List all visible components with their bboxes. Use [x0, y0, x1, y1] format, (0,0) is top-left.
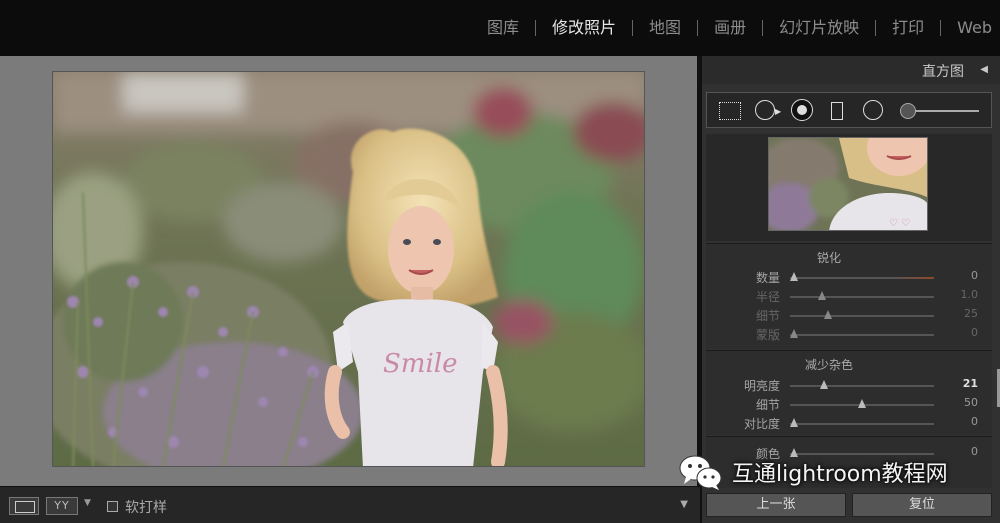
arrow-right-icon: ▶	[775, 107, 782, 116]
adjustment-brush-icon[interactable]	[900, 103, 916, 119]
module-slideshow[interactable]: 幻灯片放映	[763, 18, 875, 38]
histogram-header[interactable]: 直方图 ◀	[702, 56, 1000, 84]
sharpen-title: 锐化	[816, 251, 841, 265]
sharpen-detail-row: 细节 25	[706, 306, 992, 324]
module-book[interactable]: 画册	[698, 18, 762, 38]
svg-text:♡ ♡: ♡ ♡	[889, 218, 910, 229]
slider-label: 数量	[755, 271, 780, 285]
slider-knob[interactable]	[790, 418, 798, 427]
slider-value[interactable]: 25	[964, 307, 978, 320]
detail-preview-thumbnail[interactable]: ♡ ♡	[768, 137, 928, 231]
softproof-label: 软打样	[125, 500, 167, 516]
red-eye-icon[interactable]	[791, 99, 813, 121]
sharpen-radius-row: 半径 1.0	[706, 287, 992, 305]
main-photo[interactable]: Smile	[52, 71, 645, 467]
module-picker: 图库 修改照片 地图 画册 幻灯片放映 打印 Web	[471, 18, 1000, 38]
module-map[interactable]: 地图	[633, 18, 697, 38]
histogram-title: 直方图	[922, 64, 964, 80]
photo-illustration: Smile	[53, 72, 644, 466]
slider-value[interactable]: 0	[971, 326, 978, 339]
radial-filter-icon[interactable]	[863, 100, 883, 120]
slider-label: 细节	[755, 398, 780, 412]
sharpen-masking-row: 蒙版 0	[706, 325, 992, 343]
toolbar-menu-icon[interactable]: ▼	[680, 499, 688, 510]
slider-label: 细节	[755, 309, 780, 323]
slider-value[interactable]: 0	[971, 445, 978, 458]
slider-value[interactable]: 50	[964, 396, 978, 409]
sharpen-section: 锐化 数量 0 半径 1.0 细节 25 蒙版 0	[706, 243, 992, 349]
module-bar: 图库 修改照片 地图 画册 幻灯片放映 打印 Web	[0, 0, 1000, 56]
before-after-button[interactable]: YY	[46, 497, 78, 515]
luminance-row: 明亮度 21	[706, 376, 992, 394]
luminance-contrast-slider[interactable]	[790, 423, 934, 425]
watermark-text: 互通lightroom教程网	[732, 462, 948, 487]
sharpen-amount-row: 数量 0	[706, 268, 992, 286]
collapse-triangle-icon[interactable]: ◀	[980, 64, 988, 75]
luminance-contrast-row: 对比度 0	[706, 414, 992, 432]
slider-value[interactable]: 21	[963, 377, 978, 390]
slider-label: 明亮度	[743, 379, 780, 393]
slider-value[interactable]: 0	[971, 269, 978, 282]
chevron-down-icon[interactable]: ▼	[84, 498, 91, 508]
watermark: 互通lightroom教程网	[678, 452, 948, 492]
image-view[interactable]: Smile	[0, 56, 697, 486]
slider-label: 蒙版	[755, 328, 780, 342]
tool-strip: ▶	[706, 92, 992, 128]
sharpen-masking-slider[interactable]	[790, 334, 934, 336]
slider-knob[interactable]	[858, 399, 866, 408]
luminance-detail-row: 细节 50	[706, 395, 992, 413]
slider-knob[interactable]	[790, 329, 798, 338]
thumb-illustration: ♡ ♡	[769, 138, 927, 230]
sharpen-radius-slider[interactable]	[790, 296, 934, 298]
reset-button[interactable]: 复位	[852, 493, 992, 517]
wechat-icon	[678, 452, 724, 492]
slider-label: 对比度	[743, 417, 780, 431]
module-library[interactable]: 图库	[471, 18, 535, 38]
detail-preview: ♡ ♡	[706, 134, 992, 241]
module-print[interactable]: 打印	[876, 18, 940, 38]
slider-knob[interactable]	[790, 272, 798, 281]
crop-overlay-icon[interactable]	[719, 102, 741, 120]
luminance-slider[interactable]	[790, 385, 934, 387]
loupe-view-button[interactable]	[9, 497, 39, 515]
sharpen-detail-slider[interactable]	[790, 315, 934, 317]
module-web[interactable]: Web	[941, 18, 1000, 38]
softproof-checkbox[interactable]	[107, 501, 118, 512]
slider-value[interactable]: 1.0	[961, 288, 979, 301]
svg-text:Smile: Smile	[383, 349, 457, 379]
slider-knob[interactable]	[824, 310, 832, 319]
bottom-toolbar: YY ▼ 软打样 ▼	[0, 486, 700, 523]
slider-knob[interactable]	[820, 380, 828, 389]
slider-value[interactable]: 0	[971, 415, 978, 428]
spot-removal-icon[interactable]	[755, 100, 775, 120]
noise-reduction-section: 减少杂色 明亮度 21 细节 50 对比度 0	[706, 350, 992, 435]
slider-knob[interactable]	[818, 291, 826, 300]
graduated-filter-icon[interactable]	[831, 102, 843, 120]
sharpen-amount-slider[interactable]	[790, 277, 934, 279]
module-develop[interactable]: 修改照片	[536, 18, 632, 38]
slider-label: 半径	[755, 290, 780, 304]
previous-button[interactable]: 上一张	[706, 493, 846, 517]
noise-reduction-title: 减少杂色	[804, 358, 853, 372]
